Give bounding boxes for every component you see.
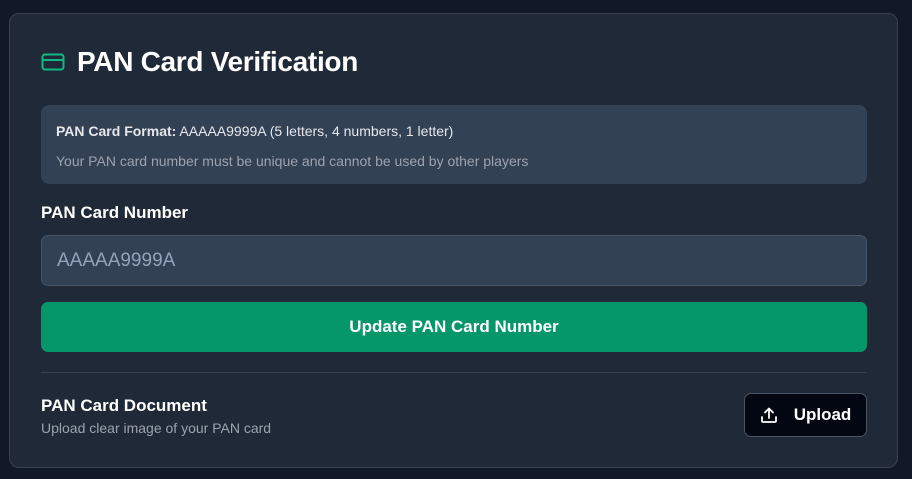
pan-verification-card: PAN Card Verification PAN Card Format: A… <box>9 13 898 468</box>
upload-button-label: Upload <box>793 405 852 424</box>
format-info-box: PAN Card Format: AAAAA9999A (5 letters, … <box>41 105 867 184</box>
section-divider <box>41 372 867 373</box>
format-label: PAN Card Format: <box>56 123 177 139</box>
upload-icon <box>760 406 778 424</box>
card-header: PAN Card Verification <box>41 44 358 80</box>
uniqueness-note: Your PAN card number must be unique and … <box>56 153 529 169</box>
pan-document-subtitle: Upload clear image of your PAN card <box>41 420 272 436</box>
page-title: PAN Card Verification <box>77 46 359 77</box>
pan-number-input[interactable] <box>41 235 867 286</box>
pan-document-title: PAN Card Document <box>41 396 207 415</box>
credit-card-icon <box>41 52 67 72</box>
update-pan-button[interactable]: Update PAN Card Number <box>41 302 867 352</box>
format-value: AAAAA9999A (5 letters, 4 numbers, 1 lett… <box>176 123 454 139</box>
format-info-line: PAN Card Format: AAAAA9999A (5 letters, … <box>56 122 852 140</box>
pan-number-label: PAN Card Number <box>41 203 189 222</box>
upload-button[interactable]: Upload <box>744 393 867 437</box>
